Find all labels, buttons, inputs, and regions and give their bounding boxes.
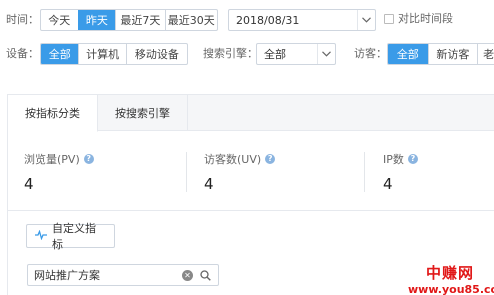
custom-metric-button[interactable]: 自定义指标 <box>26 222 115 251</box>
time-last30-button[interactable]: 最近30天 <box>164 10 217 30</box>
device-mobile-button[interactable]: 移动设备 <box>125 44 187 64</box>
pulse-icon <box>35 229 47 243</box>
site-watermark: 中赚网 www.you85.com <box>408 262 494 295</box>
tab-by-metric[interactable]: 按指标分类 <box>8 95 98 132</box>
engine-select[interactable]: 全部 <box>256 43 336 65</box>
section-divider <box>8 210 494 211</box>
metric-uv: 访客数(UV)? 4 <box>204 151 276 193</box>
visitor-group: 全部 新访客 老 <box>387 43 494 65</box>
search-icon[interactable] <box>200 269 211 281</box>
watermark-url: www.you85.com <box>408 283 494 295</box>
chevron-down-icon[interactable] <box>317 44 335 64</box>
time-last7-button[interactable]: 最近7天 <box>115 10 164 30</box>
metric-divider <box>186 152 187 192</box>
help-icon[interactable]: ? <box>83 154 94 164</box>
custom-metric-label: 自定义指标 <box>52 222 96 251</box>
engine-value: 全部 <box>264 48 286 61</box>
device-all-button[interactable]: 全部 <box>41 44 79 64</box>
metric-ip-value: 4 <box>383 175 393 193</box>
time-range-group: 今天 昨天 最近7天 最近30天 <box>40 9 218 31</box>
time-today-button[interactable]: 今天 <box>41 10 78 30</box>
tab-bar: 按指标分类 按搜索引擎 <box>8 95 494 132</box>
metric-ip-name: IP数 <box>383 153 404 166</box>
visitor-all-button[interactable]: 全部 <box>388 44 428 64</box>
help-icon[interactable]: ? <box>407 154 418 164</box>
time-yesterday-button[interactable]: 昨天 <box>77 10 116 30</box>
metric-pv-name: 浏览量(PV) <box>24 153 80 166</box>
compare-checkbox[interactable] <box>384 14 394 24</box>
visitor-new-button[interactable]: 新访客 <box>427 44 478 64</box>
metric-uv-name: 访客数(UV) <box>204 153 262 166</box>
tab-by-engine[interactable]: 按搜索引擎 <box>98 95 188 130</box>
time-label: 时间： <box>6 13 39 26</box>
device-group: 全部 计算机 移动设备 <box>40 43 188 65</box>
metric-pv-value: 4 <box>24 175 34 193</box>
date-value: 2018/08/31 <box>236 13 300 27</box>
engine-label: 搜索引擎： <box>203 47 258 60</box>
search-input[interactable]: 网站推广方案 <box>34 267 182 283</box>
visitor-label: 访客： <box>354 47 387 60</box>
watermark-title: 中赚网 <box>425 264 474 282</box>
device-computer-button[interactable]: 计算机 <box>78 44 125 64</box>
compare-label: 对比时间段 <box>398 12 453 25</box>
metric-divider <box>364 152 365 192</box>
metric-ip: IP数? 4 <box>383 151 418 193</box>
metric-pv: 浏览量(PV)? 4 <box>24 151 94 193</box>
clear-icon[interactable]: ✕ <box>182 269 193 281</box>
date-picker[interactable]: 2018/08/31 <box>228 9 376 31</box>
chevron-down-icon[interactable] <box>357 10 375 30</box>
metric-uv-value: 4 <box>204 175 214 193</box>
keyword-search[interactable]: 网站推广方案 ✕ <box>27 264 219 286</box>
help-icon[interactable]: ? <box>265 154 276 164</box>
device-label: 设备： <box>6 47 39 60</box>
visitor-returning-button[interactable]: 老 <box>477 44 494 64</box>
